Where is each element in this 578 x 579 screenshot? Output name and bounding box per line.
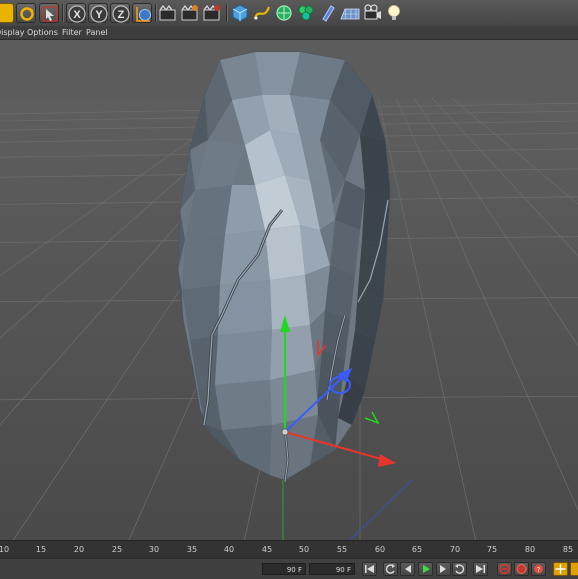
toolbar-separator: [62, 4, 63, 22]
menu-filter[interactable]: Filter: [62, 26, 82, 39]
timeline-tick: 60: [374, 545, 386, 554]
timeline-tick: 75: [486, 545, 498, 554]
previous-frame-button[interactable]: [400, 562, 415, 576]
timeline-tick: 70: [449, 545, 461, 554]
y-axis-label: Y: [95, 9, 103, 21]
y-axis-lock-button[interactable]: Y: [88, 3, 108, 23]
go-to-start-button[interactable]: [362, 562, 377, 576]
live-selection-icon[interactable]: [0, 3, 14, 23]
render-picture-viewer-icon[interactable]: [180, 3, 200, 23]
z-axis-label: Z: [118, 9, 125, 21]
timeline-tick: 40: [223, 545, 235, 554]
camera-icon[interactable]: [362, 3, 382, 23]
light-icon[interactable]: [384, 3, 404, 23]
scale-key-button[interactable]: [570, 562, 578, 576]
loop-toggle-button[interactable]: [452, 562, 467, 576]
timeline-tick: 45: [261, 545, 273, 554]
x-axis-label: X: [73, 9, 81, 21]
menu-display[interactable]: Display: [0, 26, 25, 39]
timeline-tick: 65: [411, 545, 423, 554]
spline-pen-icon[interactable]: [252, 3, 272, 23]
cloner-icon[interactable]: [296, 3, 316, 23]
toolbar-separator: [226, 4, 227, 22]
floor-environment-icon[interactable]: [340, 3, 360, 23]
next-frame-button[interactable]: [436, 562, 451, 576]
min-frame-field[interactable]: 90 F: [262, 563, 306, 575]
timeline-tick: 15: [35, 545, 47, 554]
svg-text:?: ?: [537, 566, 541, 574]
cube-primitive-icon[interactable]: [230, 3, 250, 23]
menu-panel[interactable]: Panel: [86, 26, 108, 39]
autokey-button[interactable]: [514, 562, 529, 576]
timeline-tick: 20: [73, 545, 85, 554]
deformer-icon[interactable]: [318, 3, 338, 23]
rotate-icon[interactable]: [16, 3, 36, 23]
keyframe-selection-button[interactable]: ?: [531, 562, 546, 576]
timeline-tick: 85: [562, 545, 574, 554]
timeline-tick: 25: [111, 545, 123, 554]
subdivision-surface-icon[interactable]: [274, 3, 294, 23]
max-frame-field[interactable]: 90 F: [309, 563, 355, 575]
timeline-tick: 80: [524, 545, 536, 554]
record-keys-button[interactable]: [497, 562, 512, 576]
main-toolbar: X Y Z: [0, 0, 578, 27]
timeline-tick: 10: [0, 545, 10, 554]
render-view-icon[interactable]: [158, 3, 178, 23]
coordinate-system-icon[interactable]: [132, 3, 152, 23]
timeline-tick: 55: [336, 545, 348, 554]
timeline-tick: 30: [148, 545, 160, 554]
timeline-tick: 35: [186, 545, 198, 554]
move-key-button[interactable]: [553, 562, 568, 576]
select-tool-icon[interactable]: [39, 3, 59, 23]
x-axis-lock-button[interactable]: X: [66, 3, 86, 23]
toolbar-separator: [155, 4, 156, 22]
z-axis-lock-button[interactable]: Z: [110, 3, 130, 23]
timeline-ruler[interactable]: 10 15 20 25 30 35 40 45 50 55 60 65 70 7…: [0, 540, 578, 559]
menu-options[interactable]: Options: [27, 26, 58, 39]
viewport-menubar: Display Options Filter Panel: [0, 26, 578, 40]
loop-button[interactable]: [383, 562, 398, 576]
playback-bar: 90 F 90 F ?: [0, 558, 578, 579]
render-settings-icon[interactable]: [202, 3, 222, 23]
play-button[interactable]: [418, 562, 433, 576]
timeline-tick: 50: [298, 545, 310, 554]
3d-viewport[interactable]: [0, 40, 578, 540]
go-to-end-button[interactable]: [473, 562, 488, 576]
